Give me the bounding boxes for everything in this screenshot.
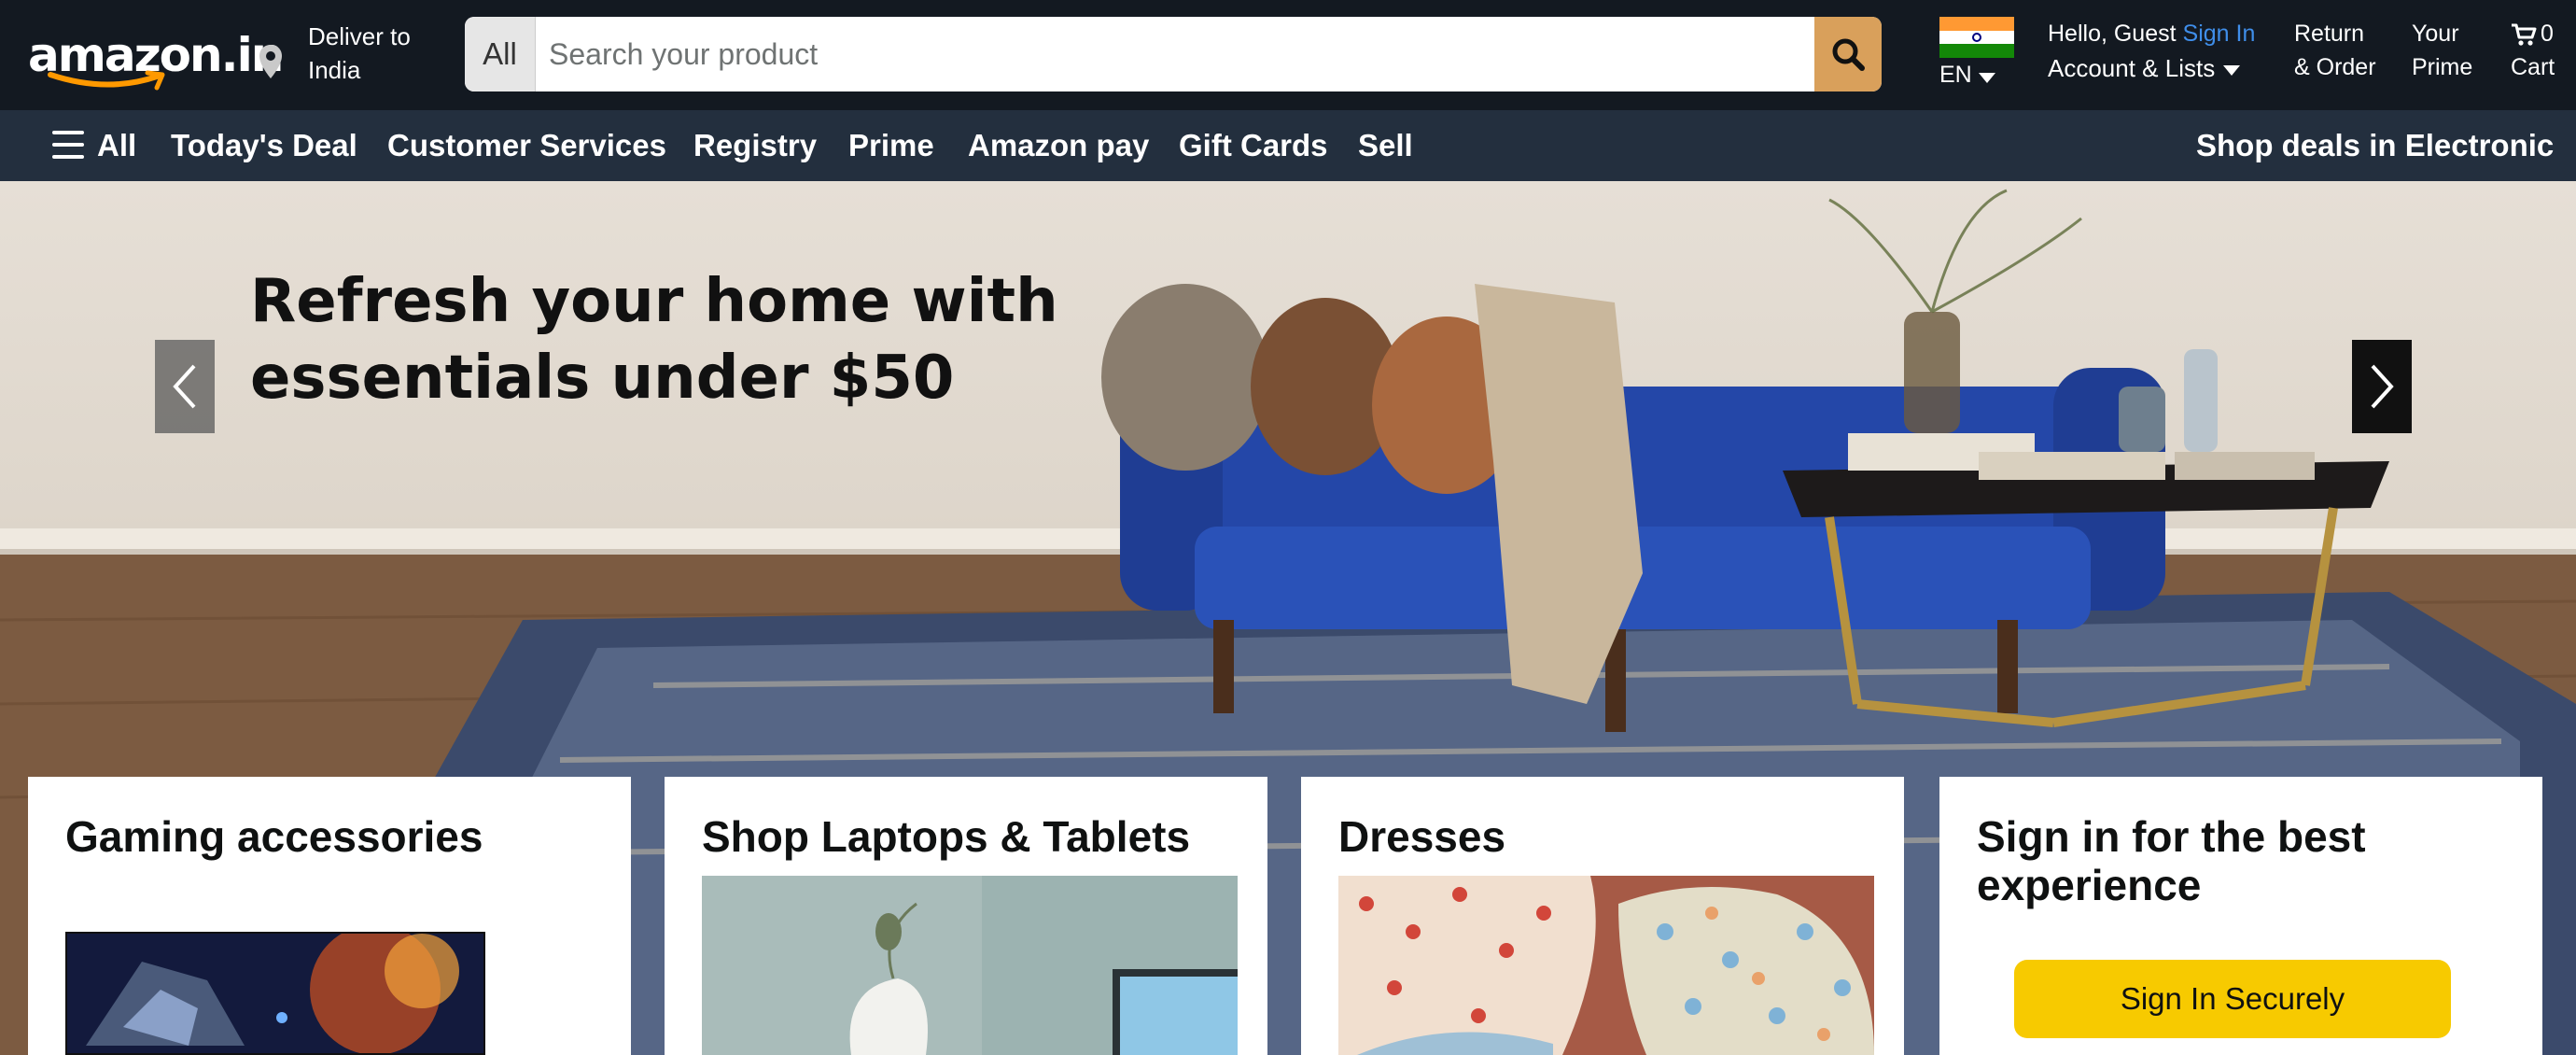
language-code: EN xyxy=(1939,62,1972,88)
returns-line2: & Order xyxy=(2294,54,2376,80)
cart-count: 0 xyxy=(2541,21,2554,47)
cart-label: Cart xyxy=(2511,54,2555,80)
account-lists[interactable]: Hello, Guest Sign In Account & Lists xyxy=(2048,17,2272,91)
top-navbar: amazon.in Deliver to India All EN xyxy=(0,0,2576,110)
dresses-image[interactable] xyxy=(1338,876,1874,1055)
your-prime[interactable]: Your Prime xyxy=(2412,17,2486,91)
card-gaming-accessories[interactable]: Gaming accessories xyxy=(28,777,631,1055)
nav-registry[interactable]: Registry xyxy=(693,110,817,181)
search-bar: All xyxy=(465,17,1882,91)
caret-down-icon xyxy=(1979,73,1995,83)
chevron-left-icon xyxy=(173,364,196,409)
hero-line-2: essentials under $50 xyxy=(250,344,955,413)
nav-todays-deal[interactable]: Today's Deal xyxy=(171,110,357,181)
search-input[interactable] xyxy=(536,17,1814,91)
gaming-artwork xyxy=(67,934,483,1053)
deliver-label: Deliver to xyxy=(308,22,411,50)
deliver-country: India xyxy=(308,56,361,84)
cart[interactable]: 0 Cart xyxy=(2511,17,2576,91)
smile-arrow-icon xyxy=(48,70,165,91)
location-pin-icon xyxy=(259,45,282,78)
sign-in-securely-button[interactable]: Sign In Securely xyxy=(2014,960,2451,1038)
card-title: Sign in for the best experience xyxy=(1977,812,2366,909)
hero-headline: Refresh your home with essentials under … xyxy=(250,263,1058,416)
search-category-select[interactable]: All xyxy=(465,17,536,91)
prime-line2: Prime xyxy=(2412,54,2473,80)
prime-line1: Your xyxy=(2412,21,2459,47)
card-title: Shop Laptops & Tablets xyxy=(702,812,1191,861)
card-title: Gaming accessories xyxy=(65,812,483,861)
carousel-prev-button[interactable] xyxy=(155,340,215,433)
laptop-artwork xyxy=(702,876,1238,1055)
carousel-next-button[interactable] xyxy=(2352,340,2412,433)
deliver-to-location[interactable]: Deliver to India xyxy=(252,19,439,93)
nav-gift-cards[interactable]: Gift Cards xyxy=(1179,110,1328,181)
laptops-image[interactable] xyxy=(702,876,1238,1055)
dresses-artwork xyxy=(1338,876,1874,1055)
nav-shop-deals-electronics[interactable]: Shop deals in Electronic xyxy=(2196,110,2554,181)
menu-icon[interactable] xyxy=(52,131,84,159)
card-sign-in: Sign in for the best experience Sign In … xyxy=(1939,777,2542,1055)
secondary-navbar: All Today's Deal Customer Services Regis… xyxy=(0,110,2576,181)
greeting-text: Hello, Guest xyxy=(2048,21,2177,47)
nav-customer-services[interactable]: Customer Services xyxy=(387,110,666,181)
caret-down-icon xyxy=(2223,65,2240,76)
nav-amazon-pay[interactable]: Amazon pay xyxy=(968,110,1149,181)
nav-sell[interactable]: Sell xyxy=(1358,110,1413,181)
amazon-logo[interactable]: amazon.in xyxy=(24,26,284,91)
india-flag-icon xyxy=(1939,17,2014,58)
chevron-right-icon xyxy=(2371,364,2394,409)
card-laptops-tablets[interactable]: Shop Laptops & Tablets xyxy=(665,777,1267,1055)
account-lists-label: Account & Lists xyxy=(2048,54,2216,82)
search-button[interactable] xyxy=(1814,17,1882,91)
returns-line1: Return xyxy=(2294,21,2365,47)
hero-line-1: Refresh your home with xyxy=(250,267,1058,336)
search-icon xyxy=(1832,38,1865,71)
gaming-image[interactable] xyxy=(65,932,485,1055)
nav-all[interactable]: All xyxy=(97,110,136,181)
returns-orders[interactable]: Return & Order xyxy=(2294,17,2397,91)
account-greeting-line: Hello, Guest Sign In xyxy=(2048,21,2255,48)
cart-icon xyxy=(2512,23,2537,46)
language-selector[interactable]: EN xyxy=(1936,15,2014,93)
card-dresses[interactable]: Dresses xyxy=(1301,777,1904,1055)
nav-prime[interactable]: Prime xyxy=(848,110,934,181)
sign-in-link[interactable]: Sign In xyxy=(2183,21,2256,47)
card-title: Dresses xyxy=(1338,812,1506,861)
